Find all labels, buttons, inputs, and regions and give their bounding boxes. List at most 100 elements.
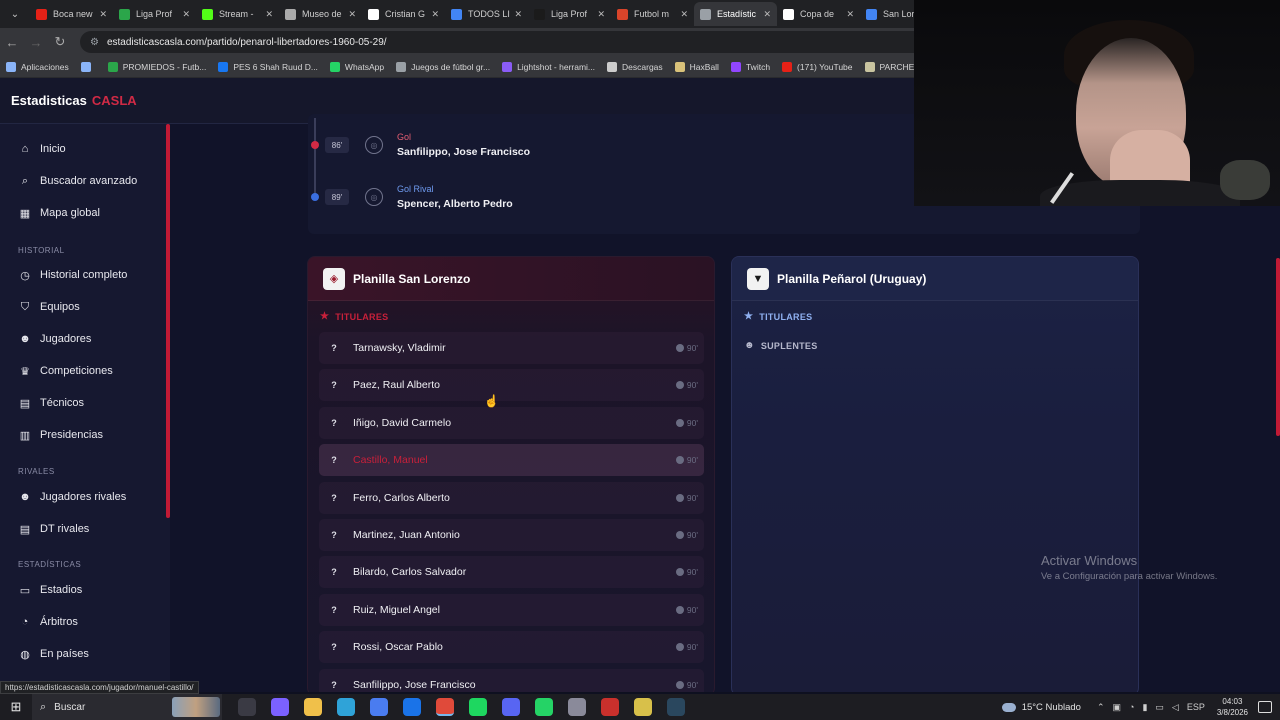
sidebar-item[interactable]: ◷ Historial completo <box>18 268 127 282</box>
game-icon[interactable] <box>567 698 586 716</box>
bookmark-item[interactable]: HaxBall <box>674 61 719 72</box>
close-tab-icon[interactable]: ✕ <box>99 9 107 20</box>
bookmark-item[interactable]: Juegos de fútbol gr... <box>396 61 490 72</box>
browser-tab[interactable]: Museo de ✕ <box>279 2 362 26</box>
sidebar-item[interactable]: ▤ DT rivales <box>18 522 90 536</box>
sidebar-item[interactable]: ▦ Mapa global <box>18 206 100 220</box>
copilot-icon[interactable] <box>270 698 289 716</box>
player-row[interactable]: ? Martinez, Juan Antonio 90' <box>319 519 704 551</box>
tray-app-icon[interactable]: ▣ <box>1113 702 1122 713</box>
browser-tab[interactable]: Cristian G ✕ <box>362 2 445 26</box>
notes-icon[interactable] <box>633 698 652 716</box>
bookmark-item[interactable]: Descargas <box>607 61 663 72</box>
sidebar-item[interactable]: ⌂ Inicio <box>18 142 66 156</box>
bookmark-item[interactable]: PES 6 Shah Ruud D... <box>218 61 318 72</box>
language-indicator[interactable]: ESP <box>1187 702 1205 712</box>
close-tab-icon[interactable]: ✕ <box>514 9 522 20</box>
player-name-link[interactable]: Martinez, Juan Antonio <box>349 529 676 541</box>
player-name-link[interactable]: Rossi, Oscar Pablo <box>349 641 676 653</box>
browser-tab[interactable]: Estadístic ✕ <box>694 2 777 26</box>
bookmark-item[interactable]: (171) YouTube <box>782 61 853 72</box>
browser-tab[interactable]: Boca new ✕ <box>30 2 113 26</box>
discord-icon[interactable] <box>501 698 520 716</box>
sidebar-item[interactable]: ⌕ Buscador avanzado <box>18 174 137 188</box>
sidebar-item[interactable]: ◍ En países <box>18 647 89 661</box>
start-button[interactable]: ⊞ <box>0 699 32 715</box>
bookmark-item[interactable]: WhatsApp <box>329 61 384 72</box>
whatsapp-icon[interactable] <box>534 698 553 716</box>
spotify-icon[interactable] <box>468 698 487 716</box>
browser-tab[interactable]: Liga Prof ✕ <box>528 2 611 26</box>
browser-tab[interactable]: Stream - ✕ <box>196 2 279 26</box>
player-name-link[interactable]: Iñigo, David Carmelo <box>349 417 676 429</box>
steam-icon[interactable] <box>666 698 685 716</box>
task-view-icon[interactable] <box>237 698 256 716</box>
player-row[interactable]: ? Sanfilippo, Jose Francisco 90' <box>319 668 704 692</box>
close-tab-icon[interactable]: ✕ <box>846 9 854 20</box>
player-row[interactable]: ? Rossi, Oscar Pablo 90' <box>319 631 704 664</box>
sidebar-item[interactable]: ◔ Árbitros <box>18 615 78 629</box>
event-player-link[interactable]: Spencer, Alberto Pedro <box>397 198 513 210</box>
edge-icon[interactable] <box>336 698 355 716</box>
player-row[interactable]: ? Castillo, Manuel 90' <box>319 444 704 477</box>
store-icon[interactable] <box>369 698 388 716</box>
close-tab-icon[interactable]: ✕ <box>597 9 605 20</box>
notification-icon[interactable] <box>1258 701 1272 713</box>
player-name-link[interactable]: Tarnawsky, Vladimir <box>349 342 676 354</box>
outlook-icon[interactable] <box>402 698 421 716</box>
close-tab-icon[interactable]: ✕ <box>265 9 273 20</box>
sidebar-item[interactable]: ⛉ Equipos <box>18 300 80 314</box>
player-name-link[interactable]: Sanfilippo, Jose Francisco <box>349 679 676 691</box>
site-logo[interactable]: Estadisticas CASLA <box>11 93 137 108</box>
browser-tab[interactable]: TODOS LI ✕ <box>445 2 528 26</box>
mic-icon[interactable]: ▮ <box>1142 702 1147 713</box>
site-info-icon[interactable]: ⚙ <box>90 37 99 48</box>
sidebar-item[interactable]: ☻ Jugadores rivales <box>18 490 126 504</box>
app-icon[interactable] <box>600 698 619 716</box>
bookmark-item[interactable]: PROMIEDOS - Futb... <box>107 61 206 72</box>
close-tab-icon[interactable]: ✕ <box>431 9 439 20</box>
close-tab-icon[interactable]: ✕ <box>763 9 771 20</box>
chevron-up-icon[interactable]: ⌃ <box>1097 702 1105 713</box>
bookmark-item[interactable]: PARCHES <box>864 61 920 72</box>
event-player-link[interactable]: Sanfilippo, Jose Francisco <box>397 146 530 158</box>
player-row[interactable]: ? Tarnawsky, Vladimir 90' <box>319 332 704 364</box>
player-row[interactable]: ? Bilardo, Carlos Salvador 90' <box>319 556 704 589</box>
sidebar-item[interactable]: ▭ Estadios <box>18 583 82 597</box>
player-row[interactable]: ? Paez, Raul Alberto 90' <box>319 369 704 402</box>
player-row[interactable]: ? Iñigo, David Carmelo 90' <box>319 406 704 439</box>
volume-icon[interactable]: ◁ <box>1172 702 1179 713</box>
close-tab-icon[interactable]: ✕ <box>680 9 688 20</box>
sidebar-item[interactable]: ▤ Técnicos <box>18 396 84 410</box>
bookmark-item[interactable]: Lightshot - herrami... <box>502 61 595 72</box>
bookmark-item[interactable]: Aplicaciones <box>6 61 69 72</box>
wifi-icon[interactable]: ◔ <box>1129 702 1134 712</box>
bookmark-item[interactable] <box>80 61 96 72</box>
monitor-icon[interactable]: ▭ <box>1155 702 1164 713</box>
page-scrollbar[interactable] <box>1276 258 1280 436</box>
browser-tab[interactable]: Copa de ✕ <box>777 2 860 26</box>
browser-tab[interactable]: Futbol m ✕ <box>611 2 694 26</box>
file-explorer-icon[interactable] <box>303 698 322 716</box>
address-bar[interactable]: ⚙ estadisticascasla.com/partido/penarol-… <box>80 31 960 53</box>
taskbar-search[interactable]: ⌕ Buscar <box>32 694 222 720</box>
player-row[interactable]: ? Ruiz, Miguel Angel 90' <box>319 593 704 626</box>
browser-tab[interactable]: Liga Prof ✕ <box>113 2 196 26</box>
sidebar-item[interactable]: ☻ Jugadores <box>18 332 91 346</box>
reload-button[interactable]: ↻ <box>48 34 72 50</box>
forward-button[interactable]: → <box>24 35 48 50</box>
player-row[interactable]: ? Ferro, Carlos Alberto 90' <box>319 481 704 514</box>
player-name-link[interactable]: Castillo, Manuel <box>349 454 676 466</box>
sidebar-item[interactable]: ♛ Competiciones <box>18 364 113 378</box>
player-name-link[interactable]: Ruiz, Miguel Angel <box>349 604 676 616</box>
player-name-link[interactable]: Bilardo, Carlos Salvador <box>349 566 676 578</box>
player-name-link[interactable]: Ferro, Carlos Alberto <box>349 492 676 504</box>
close-tab-icon[interactable]: ✕ <box>348 9 356 20</box>
weather-widget[interactable]: 15°C Nublado <box>1001 702 1081 713</box>
back-button[interactable]: ← <box>0 35 24 50</box>
chrome-icon[interactable] <box>435 698 454 716</box>
player-name-link[interactable]: Paez, Raul Alberto <box>349 379 676 391</box>
sidebar-item[interactable]: ▥ Presidencias <box>18 428 103 442</box>
close-tab-icon[interactable]: ✕ <box>182 9 190 20</box>
tab-search-icon[interactable]: ⌄ <box>4 4 26 24</box>
